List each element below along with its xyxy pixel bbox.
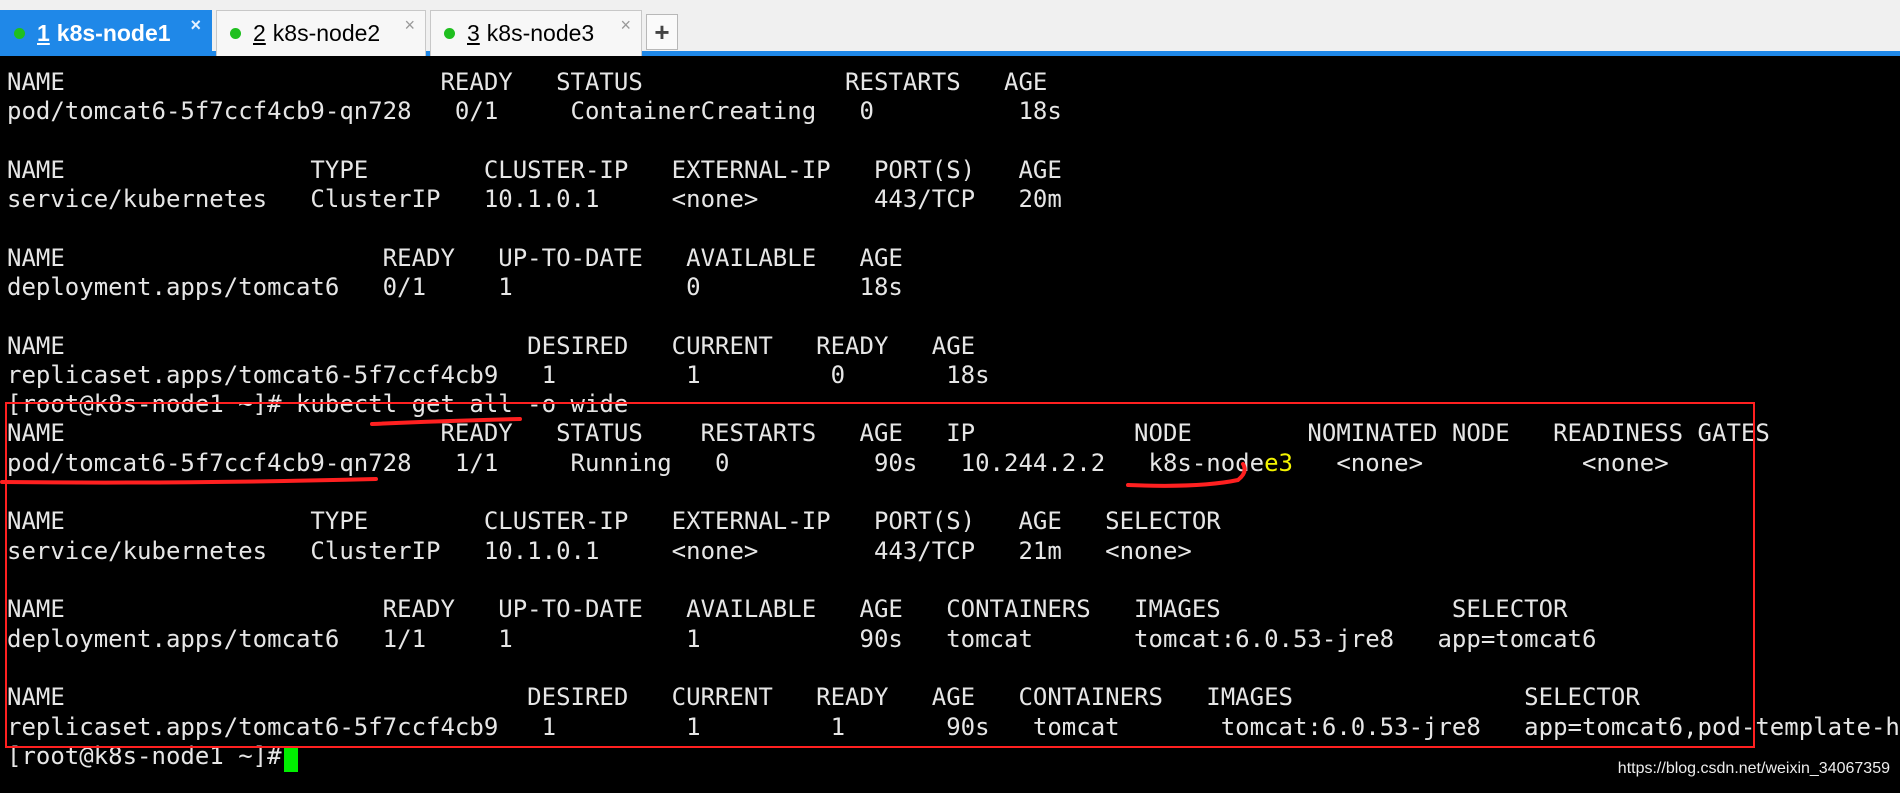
underline-command-mark bbox=[370, 417, 522, 426]
underline-pod-mark bbox=[0, 477, 378, 485]
underline-node-mark bbox=[1126, 462, 1247, 488]
watermark-text: https://blog.csdn.net/weixin_34067359 bbox=[1617, 760, 1890, 777]
annotation-marks bbox=[0, 417, 1247, 488]
